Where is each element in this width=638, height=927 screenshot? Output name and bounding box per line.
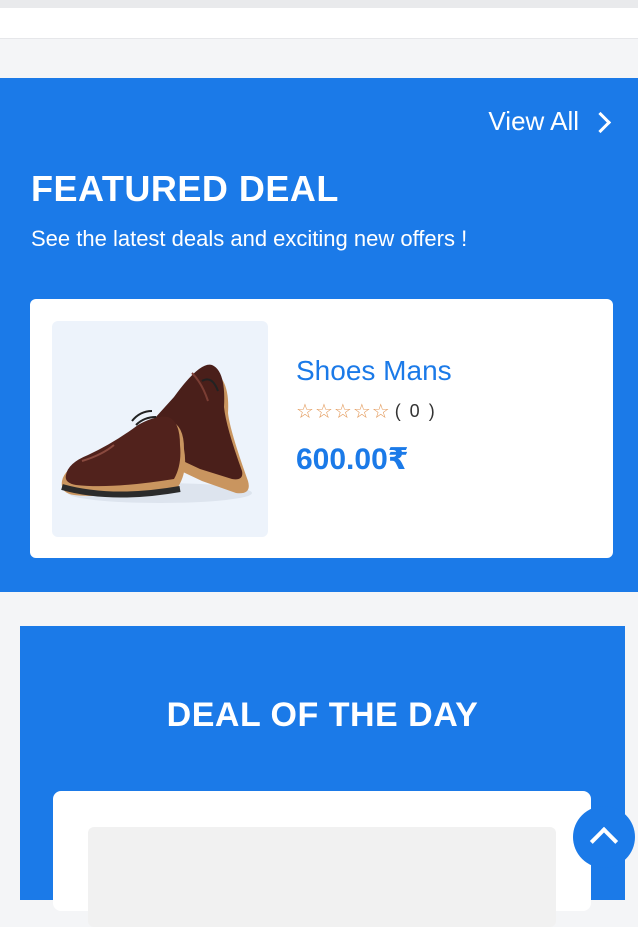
view-all-link[interactable]: View All [488,106,612,137]
deal-image-placeholder [88,827,556,927]
deal-of-the-day-card[interactable] [53,791,591,927]
featured-deal-subtitle: See the latest deals and exciting new of… [31,226,468,251]
star-outline-icon: ☆ [314,400,333,423]
view-all-label: View All [488,106,579,136]
chevron-up-icon [589,826,619,856]
featured-deal-section: View All FEATURED DEAL See the latest de… [0,78,638,592]
product-price: 600.00₹ [296,443,409,476]
review-count: ( 0 ) [394,401,437,421]
product-card[interactable]: Shoes Mans ☆ ☆ ☆ ☆ ☆ ( 0 ) 600.00₹ [30,299,613,558]
star-outline-icon: ☆ [371,400,390,423]
star-outline-icon: ☆ [333,400,352,423]
star-outline-icon: ☆ [296,400,314,423]
deal-of-the-day-section: DEAL OF THE DAY [20,626,625,927]
top-bar [0,8,638,39]
scroll-to-top-button[interactable] [573,806,635,868]
star-outline-icon: ☆ [352,400,371,423]
featured-deal-title: FEATURED DEAL [31,168,339,209]
shoe-icon [61,364,252,503]
product-rating: ☆ ☆ ☆ ☆ ☆ ( 0 ) [296,401,437,422]
top-strip [0,0,638,8]
deal-of-the-day-title: DEAL OF THE DAY [166,696,479,734]
chevron-right-icon [589,111,612,134]
product-name[interactable]: Shoes Mans [296,355,452,387]
product-image[interactable] [52,321,268,537]
